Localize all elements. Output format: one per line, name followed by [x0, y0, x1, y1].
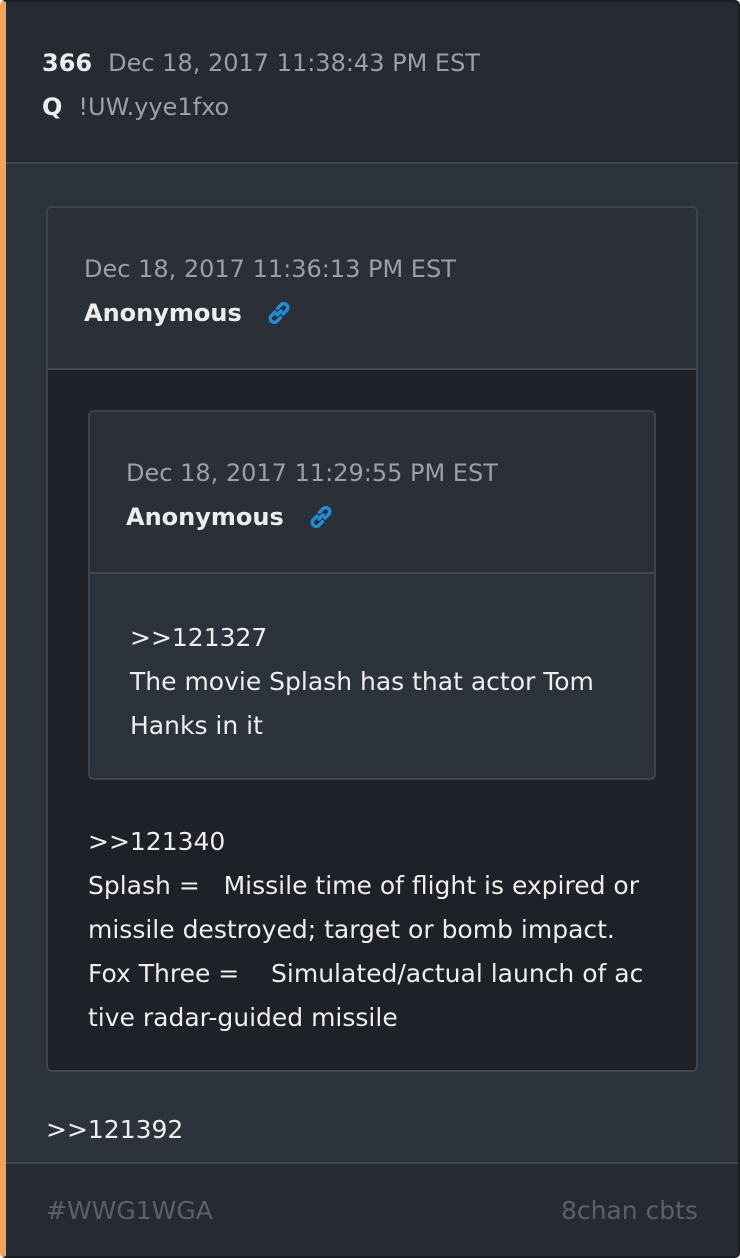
footer-hashtag: #WWG1WGA: [46, 1195, 213, 1225]
quoted-post-inner: Dec 18, 2017 11:29:55 PM EST Anonymous >…: [88, 410, 656, 780]
quoted-post-inner-datetime: Dec 18, 2017 11:29:55 PM EST: [126, 459, 498, 487]
post-footer: #WWG1WGA 8chan cbts: [6, 1162, 738, 1256]
post-body: Dec 18, 2017 11:36:13 PM EST Anonymous D…: [6, 164, 738, 1152]
quoted-post-outer-datetime: Dec 18, 2017 11:36:13 PM EST: [84, 255, 456, 283]
quoted-post-inner-header: Dec 18, 2017 11:29:55 PM EST Anonymous: [90, 412, 654, 574]
post-tripcode: !UW.yye1fxo: [78, 93, 230, 121]
quoted-post-inner-line: Hanks in it: [130, 711, 263, 740]
link-icon[interactable]: [306, 502, 336, 532]
post-datetime: Dec 18, 2017 11:38:43 PM EST: [108, 49, 480, 77]
quoted-post-inner-line[interactable]: >>121327: [130, 616, 618, 660]
quoted-post-outer-line: Splash = Missile time of flight is expir…: [88, 871, 639, 900]
quoted-post-outer-line: Fox Three = Simulated/actual launch of a…: [88, 959, 644, 988]
quoted-post-outer-author-row: Anonymous: [84, 296, 696, 330]
quoted-post-outer-line: missile destroyed; target or bomb impact…: [88, 915, 615, 944]
post-number: 366: [42, 49, 93, 77]
post-card: 366 Dec 18, 2017 11:38:43 PM EST Q !UW.y…: [0, 0, 740, 1258]
quoted-post-outer-line: tive radar-guided missile: [88, 1003, 398, 1032]
post-author-line: Q !UW.yye1fxo: [42, 90, 738, 124]
quoted-post-inner-author-row: Anonymous: [126, 500, 654, 534]
post-author: Q: [42, 93, 63, 121]
quoted-post-inner-author: Anonymous: [126, 503, 284, 531]
post-meta-line: 366 Dec 18, 2017 11:38:43 PM EST: [42, 46, 738, 80]
post-reply-reference[interactable]: >>121392: [46, 1108, 698, 1152]
post-header: 366 Dec 18, 2017 11:38:43 PM EST Q !UW.y…: [6, 2, 738, 164]
quoted-post-inner-body: >>121327 The movie Splash has that actor…: [90, 574, 654, 778]
quoted-post-outer-header: Dec 18, 2017 11:36:13 PM EST Anonymous: [48, 208, 696, 370]
quoted-post-outer-author: Anonymous: [84, 299, 242, 327]
quoted-post-outer: Dec 18, 2017 11:36:13 PM EST Anonymous D…: [46, 206, 698, 1072]
footer-source: 8chan cbts: [560, 1195, 698, 1225]
quoted-post-outer-body: Dec 18, 2017 11:29:55 PM EST Anonymous >…: [48, 370, 696, 1070]
quoted-post-outer-message: >>121340 Splash = Missile time of flight…: [88, 780, 656, 1070]
link-icon[interactable]: [264, 298, 294, 328]
quoted-post-outer-line[interactable]: >>121340: [88, 820, 656, 864]
quoted-post-inner-line: The movie Splash has that actor Tom: [130, 667, 594, 696]
